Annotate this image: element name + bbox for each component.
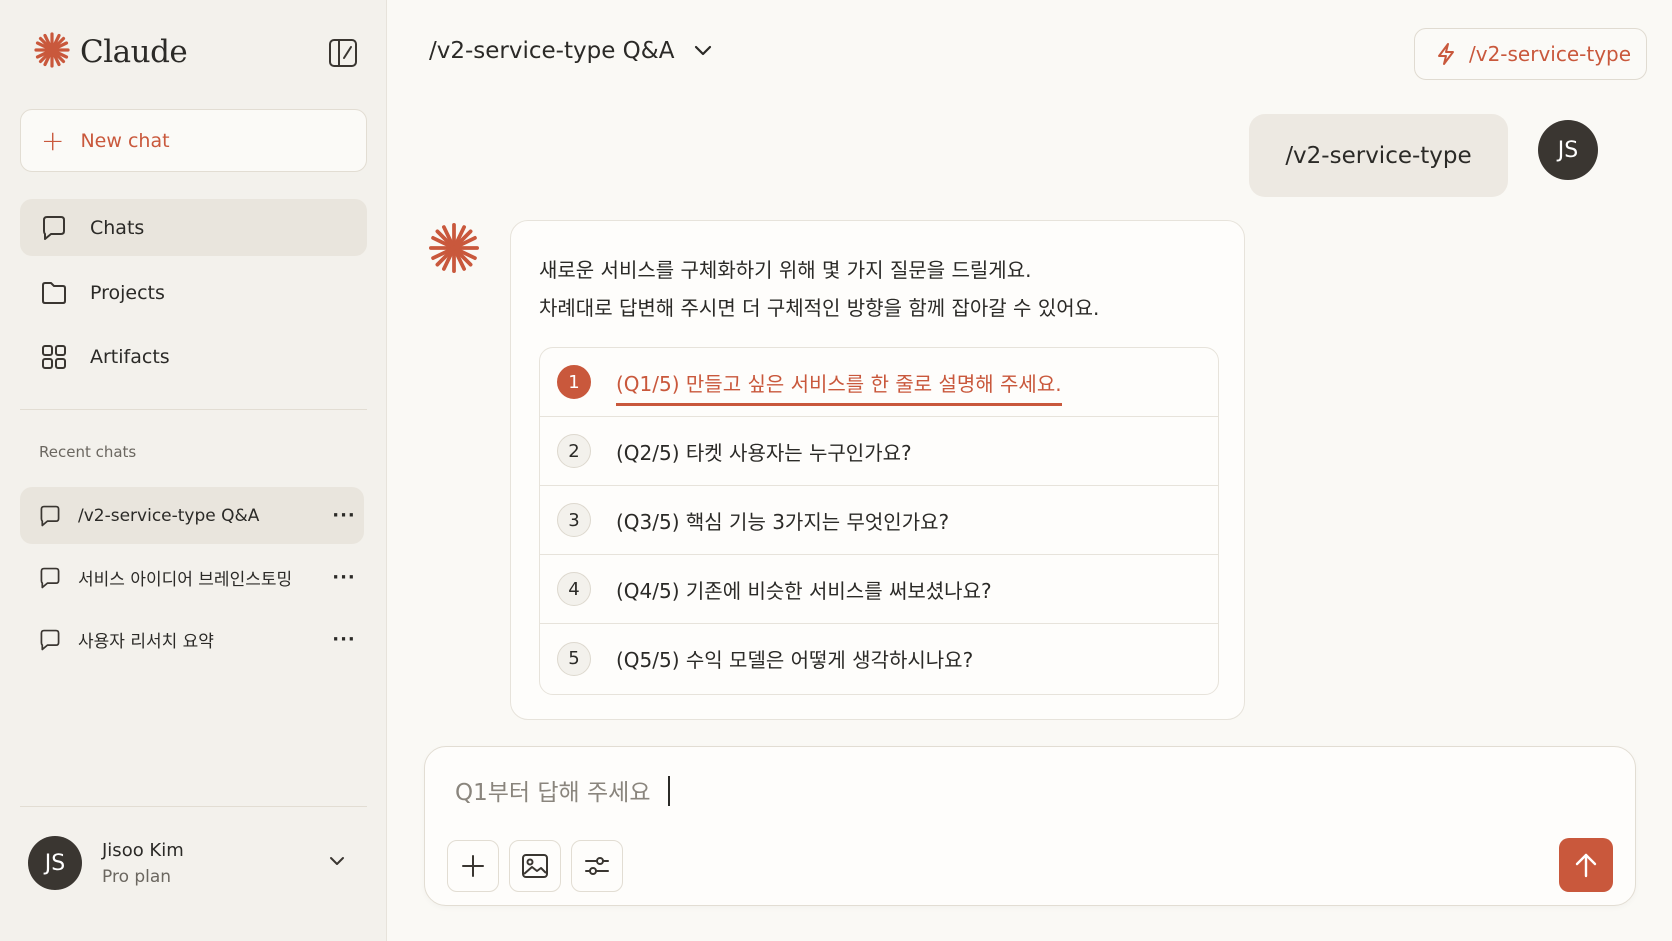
- settings-button[interactable]: [571, 840, 623, 892]
- arrow-up-icon: [1575, 853, 1597, 878]
- text-cursor: [668, 776, 670, 806]
- recent-chats-heading: Recent chats: [39, 443, 137, 461]
- question-item[interactable]: 4 (Q4/5) 기존에 비슷한 서비스를 써보셨나요?: [540, 555, 1218, 624]
- chevron-down-icon[interactable]: [326, 850, 348, 876]
- send-button[interactable]: [1559, 838, 1613, 892]
- question-text: (Q3/5) 핵심 기능 3가지는 무엇인가요?: [616, 509, 950, 534]
- more-options-icon[interactable]: ···: [324, 567, 364, 588]
- question-text: (Q1/5) 만들고 싶은 서비스를 한 줄로 설명해 주세요.: [616, 368, 1062, 406]
- avatar: JS: [28, 836, 82, 890]
- chat-bubble-icon: [38, 503, 64, 529]
- question-text: (Q4/5) 기존에 비슷한 서비스를 써보셨나요?: [616, 578, 992, 603]
- question-number: 3: [557, 503, 591, 537]
- question-number: 4: [557, 572, 591, 606]
- app-logo[interactable]: Claude: [34, 32, 188, 72]
- question-number: 1: [557, 365, 591, 399]
- sidebar-toggle-icon: [329, 39, 357, 67]
- claude-asterisk-icon: [428, 222, 480, 278]
- question-list: 1 (Q1/5) 만들고 싶은 서비스를 한 줄로 설명해 주세요. 2 (Q2…: [539, 347, 1219, 695]
- sidebar-item-artifacts[interactable]: Artifacts: [20, 328, 367, 385]
- claude-asterisk-icon: [34, 32, 70, 72]
- question-item[interactable]: 2 (Q2/5) 타켓 사용자는 누구인가요?: [540, 417, 1218, 486]
- intro-line: 차례대로 답변해 주시면 더 구체적인 방향을 함께 잡아갈 수 있어요.: [539, 296, 1100, 320]
- question-number: 5: [557, 641, 591, 676]
- grid-icon: [40, 343, 68, 371]
- app-name: Claude: [80, 34, 188, 70]
- assistant-message: 새로운 서비스를 구체화하기 위해 몇 가지 질문을 드릴게요. 차례대로 답변…: [510, 220, 1245, 720]
- plus-icon: +: [41, 123, 65, 157]
- sidebar-item-chats[interactable]: Chats: [20, 199, 367, 256]
- main-panel: /v2-service-type Q&A /v2-service-type /v…: [388, 0, 1672, 941]
- chat-bubble-icon: [38, 627, 64, 653]
- chevron-down-icon: [692, 40, 714, 62]
- user-name: Jisoo Kim: [102, 839, 184, 861]
- command-chip-button[interactable]: /v2-service-type: [1414, 28, 1647, 80]
- sidebar-divider: [20, 409, 367, 410]
- image-icon: [522, 854, 548, 878]
- chat-title-dropdown[interactable]: /v2-service-type Q&A: [429, 38, 714, 64]
- message-composer: [424, 746, 1636, 906]
- avatar: JS: [1538, 120, 1598, 180]
- question-item[interactable]: 5 (Q5/5) 수익 모델은 어떻게 생각하시나요?: [540, 624, 1218, 693]
- chat-title: /v2-service-type Q&A: [429, 38, 675, 64]
- sidebar-toggle-button[interactable]: [328, 38, 358, 68]
- sidebar-item-label: Chats: [90, 216, 145, 239]
- question-number: 2: [557, 434, 591, 468]
- new-chat-button[interactable]: + New chat: [20, 109, 367, 172]
- more-options-icon[interactable]: ···: [324, 629, 364, 650]
- intro-line: 새로운 서비스를 구체화하기 위해 몇 가지 질문을 드릴게요.: [539, 258, 1032, 282]
- question-item[interactable]: 1 (Q1/5) 만들고 싶은 서비스를 한 줄로 설명해 주세요.: [540, 348, 1218, 417]
- folder-icon: [40, 279, 68, 307]
- sidebar-item-projects[interactable]: Projects: [20, 264, 367, 321]
- recent-chat-label: 서비스 아이디어 브레인스토밍: [78, 570, 293, 590]
- sliders-icon: [585, 857, 609, 875]
- recent-chat-item[interactable]: 사용자 리서치 요약 ···: [20, 611, 364, 668]
- sidebar-divider: [20, 806, 367, 807]
- attach-button[interactable]: [447, 840, 499, 892]
- sidebar-item-label: Artifacts: [90, 345, 170, 368]
- recent-chat-item[interactable]: /v2-service-type Q&A ···: [20, 487, 364, 544]
- lightning-icon: [1435, 42, 1457, 66]
- user-message: /v2-service-type: [1249, 114, 1508, 197]
- sidebar-item-label: Projects: [90, 281, 165, 304]
- sidebar: Claude + New chat Chats Projects Artifac…: [0, 0, 387, 941]
- recent-chat-item[interactable]: 서비스 아이디어 브레인스토밍 ···: [20, 549, 364, 606]
- chat-bubble-icon: [40, 214, 68, 242]
- plus-icon: [462, 855, 484, 877]
- question-text: (Q5/5) 수익 모델은 어떻게 생각하시나요?: [616, 648, 974, 672]
- more-options-icon[interactable]: ···: [324, 505, 364, 526]
- message-input[interactable]: [455, 773, 1455, 813]
- recent-chat-label: 사용자 리서치 요약: [78, 632, 214, 652]
- question-text: (Q2/5) 타켓 사용자는 누구인가요?: [616, 440, 912, 465]
- chat-bubble-icon: [38, 565, 64, 591]
- user-plan: Pro plan: [102, 866, 172, 887]
- assistant-intro: 새로운 서비스를 구체화하기 위해 몇 가지 질문을 드릴게요. 차례대로 답변…: [539, 251, 1099, 327]
- user-menu[interactable]: JS Jisoo Kim Pro plan: [28, 836, 348, 890]
- question-item[interactable]: 3 (Q3/5) 핵심 기능 3가지는 무엇인가요?: [540, 486, 1218, 555]
- recent-chat-label: /v2-service-type Q&A: [78, 505, 260, 526]
- command-chip-label: /v2-service-type: [1469, 42, 1632, 66]
- image-upload-button[interactable]: [509, 840, 561, 892]
- new-chat-label: New chat: [80, 129, 170, 152]
